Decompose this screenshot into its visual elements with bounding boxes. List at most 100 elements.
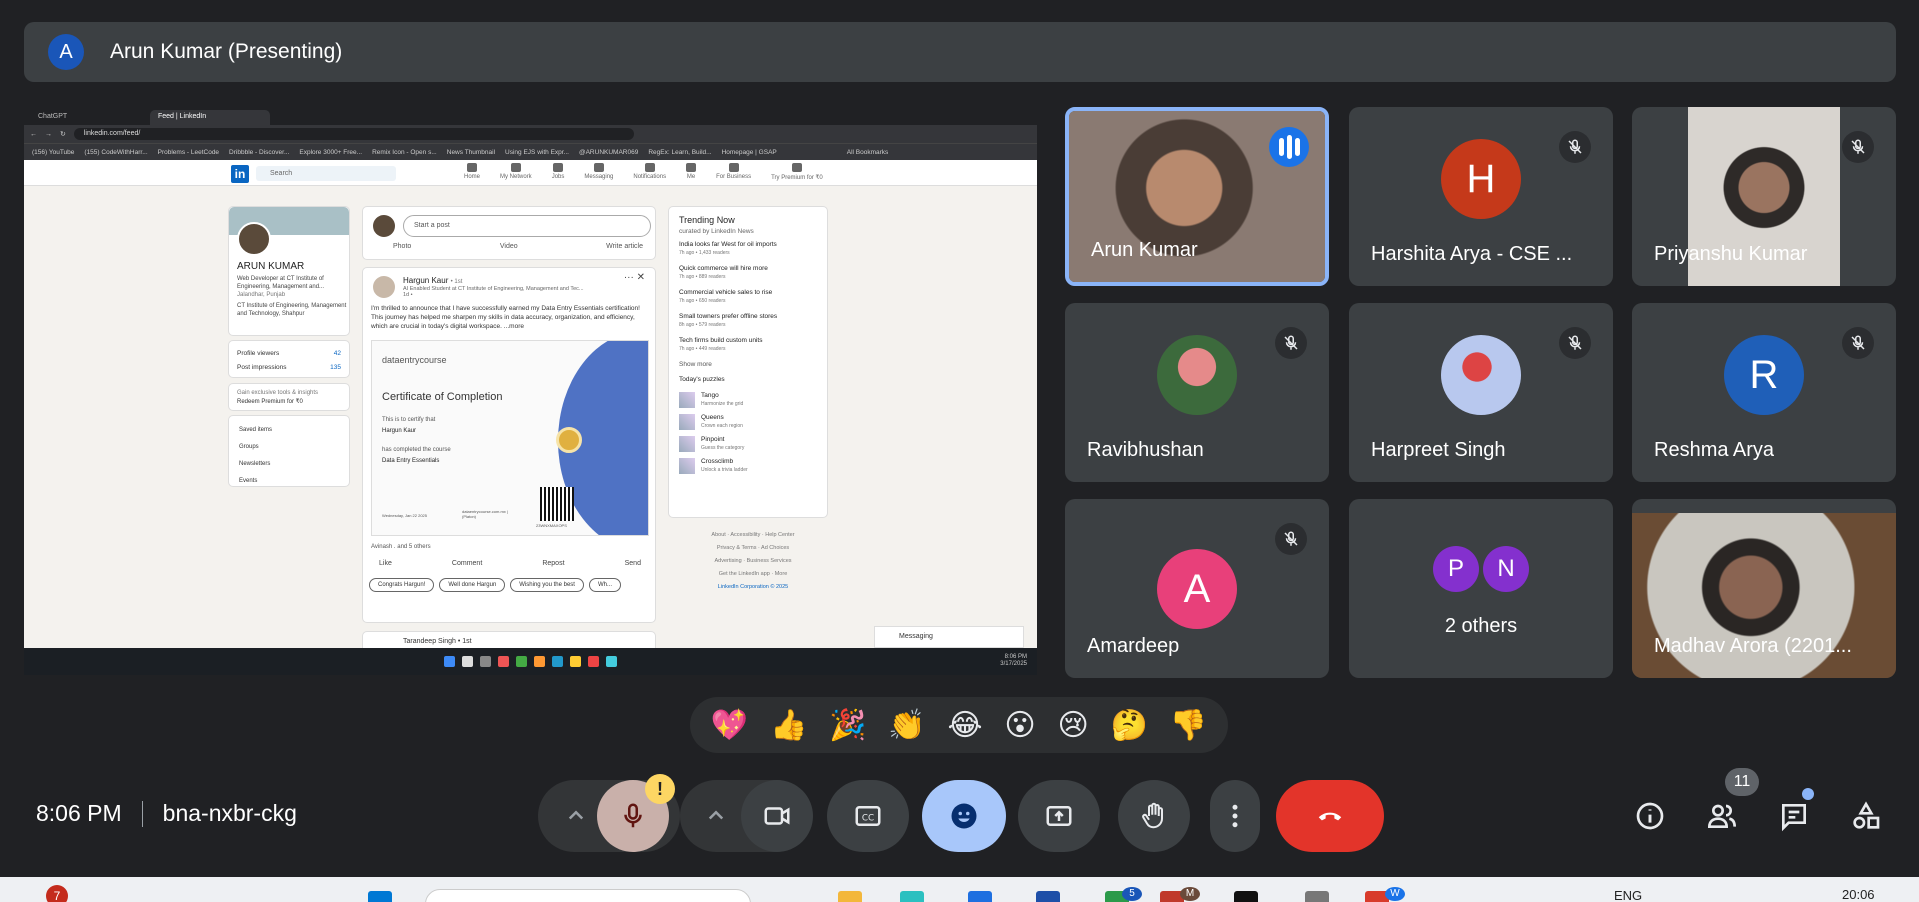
shared-screen[interactable]: ChatGPT Feed | LinkedIn ← → ↻ linkedin.c…	[24, 107, 1037, 675]
os-taskbar: 7 5 M W ENG 20:06	[0, 877, 1919, 902]
participant-tile-harpreet-singh[interactable]: Harpreet Singh	[1349, 303, 1613, 482]
puzzle-item: Crossclimb Unlock a trivia ladder	[679, 458, 817, 474]
reaction-party[interactable]: 🎉	[829, 708, 866, 743]
language-indicator[interactable]: ENG	[1614, 888, 1642, 902]
nav-messaging: Messaging	[584, 163, 613, 181]
bookmarks-bar: (156) YouTube (155) CodeWithHarr... Prob…	[24, 143, 1037, 160]
participant-tile-harshita-arya[interactable]: H Harshita Arya - CSE ...	[1349, 107, 1613, 286]
participant-count-badge: 11	[1725, 768, 1759, 796]
emoji-icon	[951, 803, 977, 829]
participant-tile-reshma-arya[interactable]: R Reshma Arya	[1632, 303, 1896, 482]
participant-name: Priyanshu Kumar	[1654, 243, 1808, 265]
article-action: Write article	[606, 243, 643, 250]
news-item: Small towners prefer offline stores 8h ag…	[679, 313, 778, 328]
closed-captions-icon: CC	[855, 806, 881, 826]
participant-tile-madhav-arora[interactable]: Madhav Arora (2201...	[1632, 499, 1896, 678]
reaction-surprised[interactable]: 😮	[1004, 708, 1035, 743]
comment-action: Comment	[451, 560, 483, 567]
raise-hand-button[interactable]	[1118, 780, 1190, 852]
browser-address-bar: ← → ↻ linkedin.com/feed/	[24, 125, 1037, 143]
participant-avatar: N	[1483, 546, 1529, 592]
present-screen-button[interactable]	[1018, 780, 1100, 852]
participant-name: Harpreet Singh	[1371, 439, 1506, 461]
chat-icon	[1782, 804, 1806, 832]
bookmark: @ARUNKUMAR069	[579, 148, 639, 156]
activities-button[interactable]	[1842, 792, 1890, 840]
post-subtitle: AI Enabled Student at CT Institute of En…	[403, 286, 584, 298]
bookmark: (155) CodeWithHarr...	[84, 148, 148, 156]
notification-badge: 7	[46, 885, 68, 902]
reactions-button[interactable]	[922, 780, 1006, 852]
participant-avatar: P	[1433, 546, 1479, 592]
reaction-thinking[interactable]: 🤔	[1111, 708, 1148, 743]
bookmark: (156) YouTube	[32, 148, 75, 156]
system-clock[interactable]: 20:06	[1842, 887, 1875, 902]
captions-button[interactable]: CC	[827, 780, 909, 852]
presenter-avatar: A	[48, 34, 84, 70]
participant-name: Ravibhushan	[1087, 439, 1204, 461]
bookmark: Using EJS with Expr...	[505, 148, 569, 156]
hand-icon	[1142, 802, 1163, 829]
windows-start-icon[interactable]	[368, 891, 392, 902]
participant-tile-others[interactable]: P N 2 others	[1349, 499, 1613, 678]
participant-tile-priyanshu-kumar[interactable]: Priyanshu Kumar	[1632, 107, 1896, 286]
app-icon[interactable]	[1305, 891, 1329, 902]
leave-call-button[interactable]	[1276, 780, 1384, 852]
participant-photo	[1157, 335, 1237, 415]
reactions-summary: Avinash . and 5 others	[371, 544, 431, 550]
nav-jobs: Jobs	[552, 163, 565, 181]
participant-tile-ravibhushan[interactable]: Ravibhushan	[1065, 303, 1329, 482]
reaction-thumbs-up[interactable]: 👍	[770, 708, 807, 743]
profile-photo	[237, 222, 271, 256]
svg-text:CC: CC	[862, 813, 874, 823]
video-action: Video	[499, 243, 518, 250]
more-options-button[interactable]	[1210, 780, 1260, 852]
app-icon[interactable]	[900, 891, 924, 902]
camera-toggle-button[interactable]	[741, 780, 813, 852]
forward-icon: →	[45, 130, 52, 138]
app-icon[interactable]	[1234, 891, 1258, 902]
chevron-up-icon	[568, 810, 584, 820]
people-icon	[1707, 804, 1736, 828]
app-icon[interactable]	[1036, 891, 1060, 902]
reaction-heart[interactable]: 💖	[711, 708, 748, 743]
mic-off-icon	[1275, 327, 1307, 359]
app-badge: W	[1385, 887, 1405, 901]
reaction-thumbs-down[interactable]: 👎	[1170, 708, 1207, 743]
meeting-time: 8:06 PM	[36, 800, 122, 826]
messaging-bar: Messaging	[874, 626, 1024, 648]
app-badge: M	[1180, 887, 1200, 901]
present-screen-icon	[1046, 806, 1072, 826]
puzzle-item: Tango Harmonize the grid	[679, 392, 817, 408]
bookmark: Problems - LeetCode	[157, 148, 220, 156]
reaction-laugh[interactable]: 😂	[948, 708, 983, 743]
app-icon[interactable]	[968, 891, 992, 902]
video-camera-icon	[764, 807, 790, 825]
start-post-input: Start a post	[403, 215, 651, 237]
linkedin-logo: in	[231, 165, 249, 183]
browser-tab: ChatGPT	[38, 113, 68, 120]
presenter-banner: A Arun Kumar (Presenting)	[24, 22, 1896, 82]
meeting-info: 8:06 PM bna-nxbr-ckg	[36, 800, 297, 827]
others-count: 2 others	[1444, 615, 1518, 637]
reaction-clap[interactable]: 👏	[888, 708, 925, 743]
show-more: Show more	[679, 361, 712, 368]
nav-home: Home	[464, 163, 480, 181]
participant-tile-amardeep[interactable]: A Amardeep	[1065, 499, 1329, 678]
nav-business: For Business	[716, 163, 751, 181]
medal-icon	[556, 427, 582, 453]
participant-tile-arun-kumar[interactable]: Arun Kumar	[1065, 107, 1329, 286]
meeting-details-button[interactable]	[1626, 792, 1674, 840]
bookmark: Homepage | GSAP	[721, 148, 777, 156]
bookmark: RegEx: Learn, Build...	[648, 148, 712, 156]
reaction-sad[interactable]: 😢	[1057, 708, 1088, 743]
chat-unread-dot	[1802, 788, 1814, 800]
news-item: India looks far West for oil imports 7h a…	[679, 241, 777, 256]
people-button[interactable]	[1698, 792, 1746, 840]
folder-icon[interactable]	[838, 891, 862, 902]
like-action: Like	[379, 560, 392, 567]
shared-taskbar: 8:06 PM 3/17/2025	[24, 648, 1037, 675]
reload-icon: ↻	[60, 131, 66, 138]
os-search-box[interactable]	[425, 889, 751, 902]
send-action: Send	[624, 560, 641, 567]
